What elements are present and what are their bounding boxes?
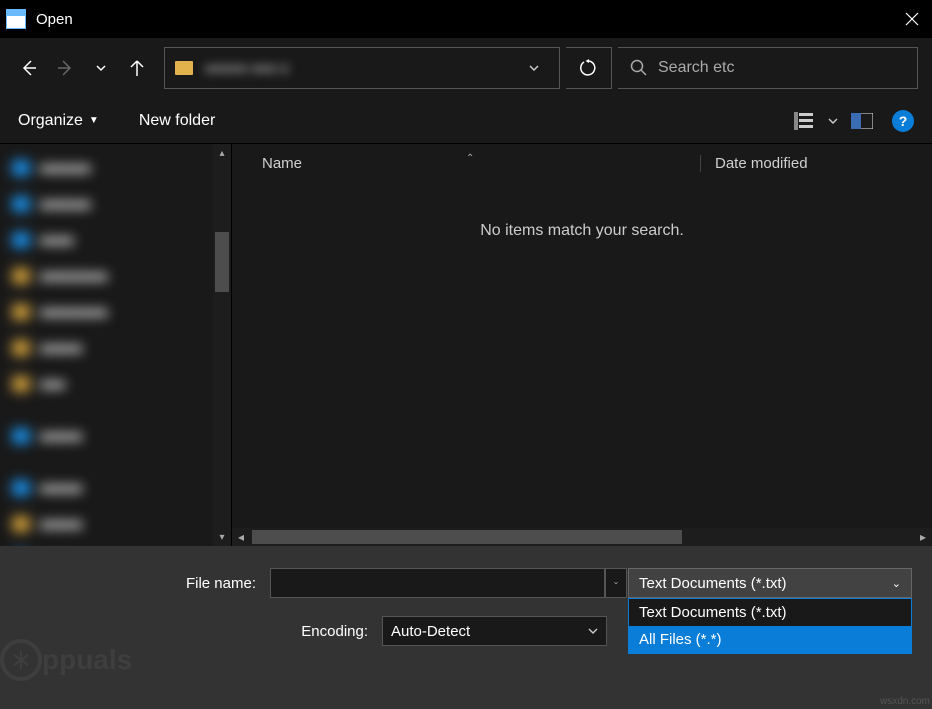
empty-message: No items match your search. <box>480 222 684 240</box>
file-type-option-label: All Files (*.*) <box>639 631 722 648</box>
back-button[interactable] <box>14 50 44 86</box>
organize-button[interactable]: Organize ▼ <box>18 112 99 130</box>
arrow-left-icon <box>19 58 39 78</box>
sort-indicator-icon: ⌃ <box>466 153 474 164</box>
forward-button[interactable] <box>50 50 80 86</box>
chevron-down-icon <box>95 62 107 74</box>
file-type-current-label: Text Documents (*.txt) <box>639 575 787 592</box>
sidebar-scrollbar[interactable]: ▴ ▾ <box>213 144 231 546</box>
new-folder-label: New folder <box>139 112 215 130</box>
horizontal-scrollbar[interactable]: ◂ ▸ <box>232 528 932 546</box>
column-header-row: ⌃ Name Date modified <box>232 144 932 182</box>
filename-dropdown[interactable] <box>605 568 627 598</box>
file-type-select[interactable]: Text Documents (*.txt) ⌄ Text Documents … <box>628 568 912 654</box>
sidebar-item[interactable]: ■■■■ <box>12 224 219 256</box>
file-list-body: No items match your search. <box>232 182 932 528</box>
encoding-select[interactable]: Auto-Detect <box>382 616 607 646</box>
chevron-down-icon <box>588 626 598 636</box>
change-view-button[interactable] <box>788 107 820 135</box>
file-type-option[interactable]: All Files (*.*) <box>629 626 911 653</box>
navigation-pane[interactable]: ■■■■■■ ■■■■■■ ■■■■ ■■■■■■■■ ■■■■■■■■ ■■■… <box>0 144 232 546</box>
content-area: ■■■■■■ ■■■■■■ ■■■■ ■■■■■■■■ ■■■■■■■■ ■■■… <box>0 144 932 546</box>
folder-icon <box>175 61 193 75</box>
scroll-up-icon[interactable]: ▴ <box>213 144 231 162</box>
scroll-right-icon[interactable]: ▸ <box>914 530 932 544</box>
filename-input[interactable] <box>270 568 605 598</box>
address-bar[interactable]: ■■■■■ ■■■ ■ <box>164 47 560 89</box>
sidebar-item[interactable]: ■■■■■ <box>12 420 219 452</box>
column-name-label: Name <box>262 155 302 172</box>
new-folder-button[interactable]: New folder <box>139 112 215 130</box>
sidebar-item[interactable]: ■■■■■ <box>12 508 219 540</box>
encoding-value: Auto-Detect <box>391 623 470 640</box>
recent-locations-button[interactable] <box>86 50 116 86</box>
view-list-icon <box>794 112 814 130</box>
refresh-button[interactable] <box>566 47 612 89</box>
watermark: ppuals <box>0 639 132 681</box>
close-button[interactable] <box>898 5 926 33</box>
filename-label: File name: <box>20 575 270 592</box>
sidebar-item[interactable]: ■■■■■■ <box>12 152 219 184</box>
arrow-up-icon <box>128 58 146 78</box>
up-button[interactable] <box>122 50 152 86</box>
chevron-down-icon: ⌄ <box>892 577 901 590</box>
encoding-label: Encoding: <box>20 623 382 640</box>
title-bar: Open <box>0 0 932 38</box>
sidebar-item[interactable]: ■■■■■■■■ <box>12 296 219 328</box>
file-type-option[interactable]: Text Documents (*.txt) <box>629 599 911 626</box>
window-title: Open <box>36 11 898 28</box>
scroll-thumb[interactable] <box>215 232 229 292</box>
sidebar-item[interactable]: ■■■ <box>12 368 219 400</box>
file-type-current[interactable]: Text Documents (*.txt) ⌄ <box>628 568 912 598</box>
sidebar-item[interactable]: ■■■■■ <box>12 332 219 364</box>
scroll-thumb[interactable] <box>252 530 682 544</box>
chevron-down-icon <box>528 62 540 74</box>
sidebar-item[interactable]: ■■■■■ <box>12 472 219 504</box>
close-icon <box>905 12 919 26</box>
notepad-icon <box>6 9 26 29</box>
help-icon: ? <box>899 113 908 129</box>
search-input[interactable]: Search etc <box>618 47 918 89</box>
refresh-icon <box>580 59 598 77</box>
organize-label: Organize <box>18 112 83 130</box>
sidebar-item[interactable]: ■■■■■■ <box>12 188 219 220</box>
scroll-down-icon[interactable]: ▾ <box>213 528 231 546</box>
file-type-option-label: Text Documents (*.txt) <box>639 604 787 621</box>
watermark-text: ppuals <box>42 644 132 676</box>
arrow-right-icon <box>55 58 75 78</box>
preview-pane-icon <box>851 113 873 129</box>
source-tag: wsxdn.com <box>880 696 930 707</box>
chevron-down-icon <box>828 116 838 126</box>
watermark-icon <box>0 639 42 681</box>
preview-pane-button[interactable] <box>846 107 878 135</box>
address-path: ■■■■■ ■■■ ■ <box>205 60 519 76</box>
bottom-panel: File name: Encoding: Auto-Detect Text Do… <box>0 546 932 709</box>
address-dropdown-button[interactable] <box>519 62 549 74</box>
help-button[interactable]: ? <box>892 110 914 132</box>
scroll-left-icon[interactable]: ◂ <box>232 530 250 544</box>
search-icon <box>630 59 648 77</box>
navigation-bar: ■■■■■ ■■■ ■ Search etc <box>0 38 932 98</box>
file-list: ⌃ Name Date modified No items match your… <box>232 144 932 546</box>
column-date-label: Date modified <box>715 155 808 172</box>
chevron-down-icon: ▼ <box>89 115 99 126</box>
file-type-dropdown: Text Documents (*.txt) All Files (*.*) <box>628 598 912 654</box>
search-placeholder: Search etc <box>658 59 734 77</box>
column-date-header[interactable]: Date modified <box>700 155 932 172</box>
view-dropdown-button[interactable] <box>824 107 842 135</box>
sidebar-item[interactable]: ■■■■■■■■ <box>12 260 219 292</box>
column-name-header[interactable]: ⌃ Name <box>232 155 700 172</box>
toolbar: Organize ▼ New folder ? <box>0 98 932 144</box>
chevron-down-icon <box>614 578 618 588</box>
